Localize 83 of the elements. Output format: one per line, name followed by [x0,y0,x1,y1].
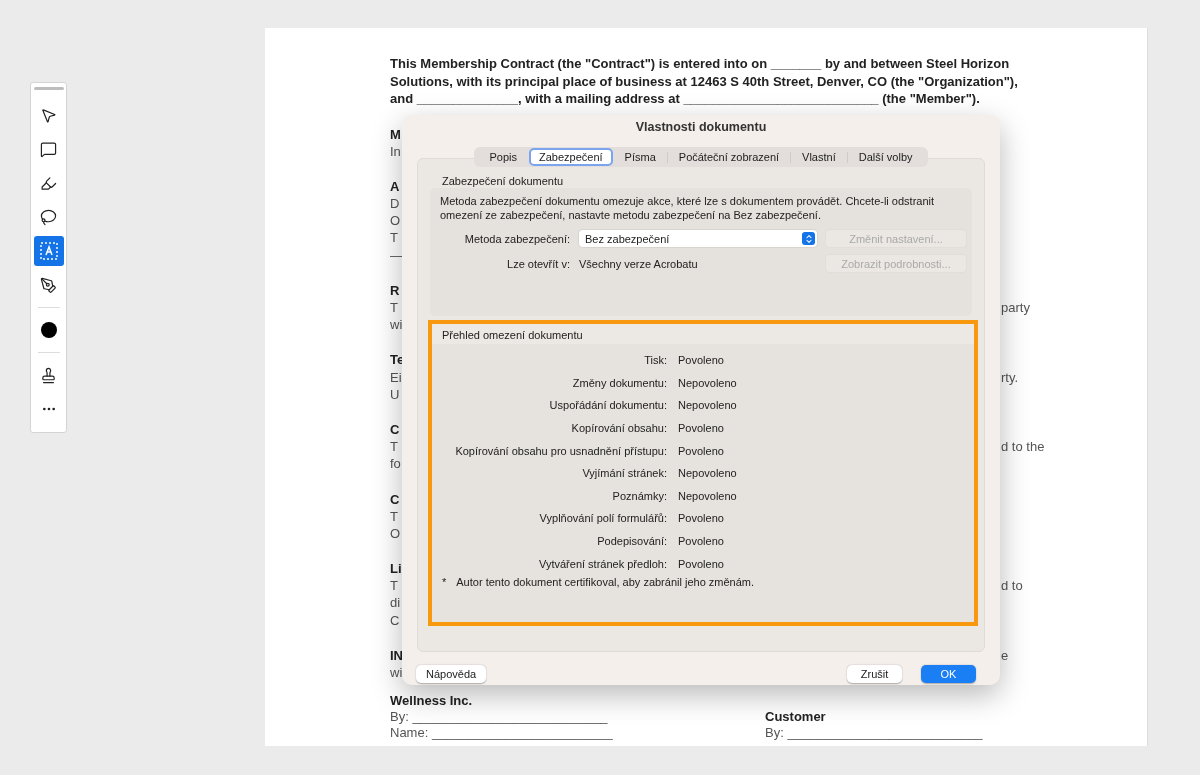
restriction-label: Poznámky: [612,489,667,502]
paragraph-text: wi [390,664,403,682]
paragraph-text: di [390,594,401,612]
paragraph-text: d to the [1001,438,1045,456]
color-swatch[interactable] [40,322,57,338]
paragraph-text: U [390,385,400,403]
restriction-label: Kopírování obsahu: [571,422,667,435]
restriction-label: Vyplňování polí formulářů: [539,512,667,525]
method-select[interactable]: Bez zabezpečení [579,230,817,247]
section-heading: R [390,281,400,299]
stepper-icon [802,232,815,245]
restriction-label: Tisk: [644,354,667,367]
paragraph-text: O [390,212,401,230]
paragraph-text: T [390,507,398,525]
text-select-icon [38,241,59,261]
paragraph-text: rty. [1001,368,1019,386]
signature-line: Name: _________________________ [390,725,613,742]
restriction-value: Povoleno [678,512,724,525]
restriction-value: Povoleno [678,444,724,457]
field-value: Všechny verze Acrobatu [579,257,698,270]
section-heading: C [390,420,400,439]
field-label: Metoda zabezpečení: [464,232,570,245]
paragraph-text: T [390,299,398,317]
paragraph-text: T [390,229,398,247]
tab[interactable]: Zabezpečení [529,148,613,166]
restriction-value: Nepovoleno [678,467,737,480]
signature-heading: Wellness Inc. [390,693,473,710]
bullet: * [442,575,447,588]
section-title: Zabezpečení dokumentu [441,175,565,187]
paragraph-text: Ei [390,368,402,386]
tab[interactable]: Počáteční zobrazení [668,148,790,166]
section-heading: IN [390,646,403,664]
section-heading: M [390,125,401,143]
paragraph-text: T [390,577,398,595]
restriction-value: Nepovoleno [678,399,737,412]
restriction-label: Podepisování: [597,535,667,548]
restriction-value: Nepovoleno [678,489,737,502]
paragraph-text: wi [390,316,403,334]
paragraph-text: D [390,195,400,213]
signature-heading: Customer [765,709,826,726]
paragraph-text: fo [390,455,401,473]
restriction-value: Nepovoleno [678,376,737,389]
tab[interactable]: Další volby [848,148,923,166]
field-label: Lze otevřít v: [507,257,570,270]
section-heading: C [390,490,400,508]
restriction-value: Povoleno [678,557,724,570]
tab[interactable]: Písma [614,148,666,166]
speech-bubble-icon [40,140,57,158]
help-button[interactable]: Nápověda [416,665,487,683]
description-text: Metoda zabezpečení dokumentu omezuje akce, které lze s dokumentem provádět. Chcete-li odstranit omezení ze zabezpečení, nastavte metodu zabezpečení na Bez zabezpečení. [440,194,936,222]
restriction-label: Vyjímání stránek: [582,467,667,480]
paragraph-text: party [1001,299,1030,317]
section-title: Přehled omezení dokumentu [442,329,583,341]
restriction-label: Vytváření stránek předloh: [539,557,667,570]
drag-handle[interactable] [33,87,64,90]
signature-line: By: ___________________________ [390,709,608,726]
lasso-icon [40,208,57,226]
section-heading: A [390,177,400,196]
cancel-button[interactable]: Zrušit [847,665,902,683]
section-heading: Li [390,560,402,578]
signature-line: By: ___________________________ [765,725,983,742]
restriction-label: Změny dokumentu: [572,376,667,389]
ok-button[interactable]: OK [921,665,976,683]
pointer-icon [40,106,57,124]
restriction-label: Uspořádání dokumentu: [549,399,667,412]
restriction-value: Povoleno [678,535,724,548]
paragraph-text: O [390,524,401,543]
restriction-value: Povoleno [678,354,724,367]
restriction-value: Povoleno [678,422,724,435]
pen-icon [40,276,57,294]
note-text: Autor tento dokument certifikoval, aby zabránil jeho změnám. [456,575,755,588]
paragraph-text: d to [1001,577,1023,595]
restriction-label: Kopírování obsahu pro usnadnění přístupu: [455,444,667,457]
paragraph-text: C [390,611,400,629]
tab[interactable]: Vlastní [792,148,846,166]
paragraph-text: e [1001,646,1009,664]
paragraph-text: In [390,142,401,160]
dialog-title: Vlastnosti dokumentu [635,120,767,134]
paragraph-text: T [390,438,398,456]
stamp-icon [40,366,57,384]
tab[interactable]: Popis [479,148,527,166]
highlighter-icon [40,174,57,192]
contract-paragraph: This Membership Contract (the "Contract") is entered into on _______ by and between Steel Horizon Solutions, with its principal place of business at 12463 S 40th Street, Denver, CO (the "Organization"), and ______________, with a mailing address at ___________________________ (the "Member"). [390,55,1019,108]
